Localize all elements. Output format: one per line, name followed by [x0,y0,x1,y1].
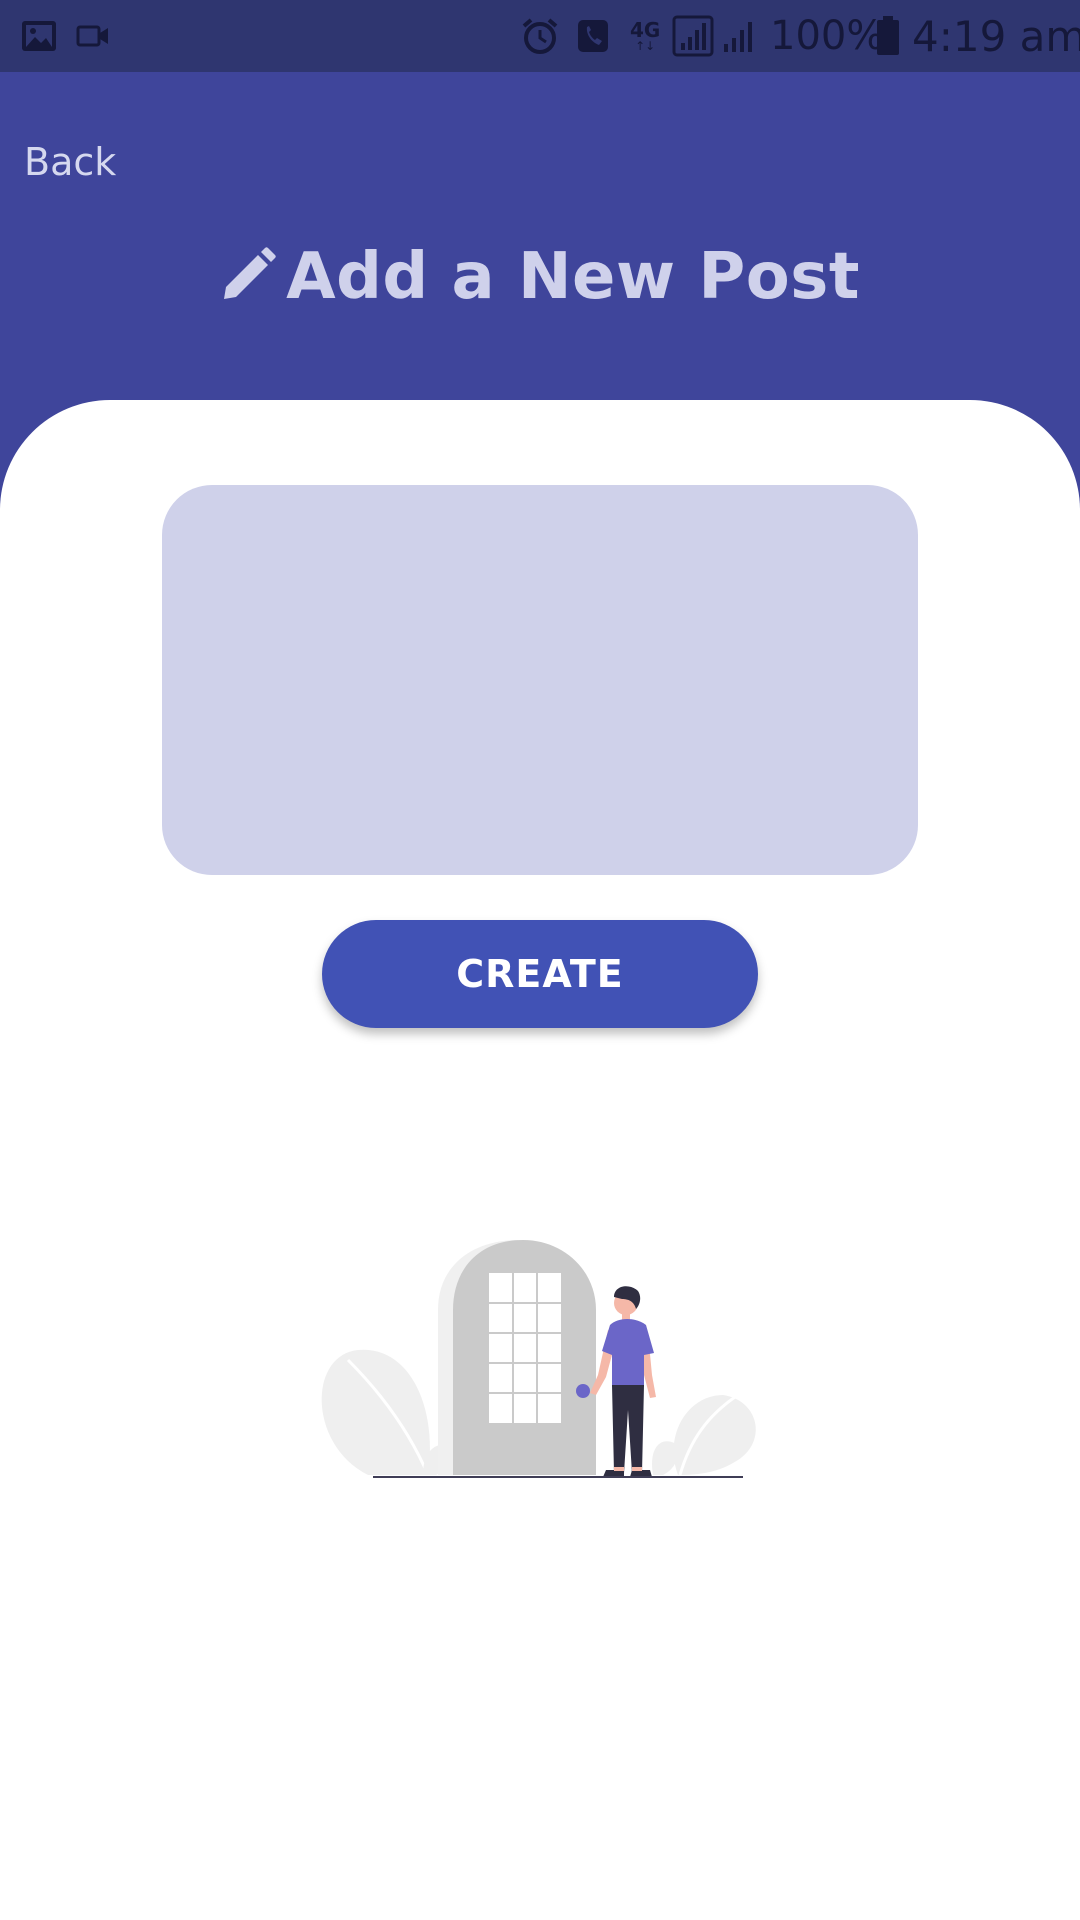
person [590,1286,656,1477]
phone-icon [576,0,610,72]
signal-bars-icon [672,0,714,72]
post-input[interactable] [162,485,918,875]
signal-bars-2-icon [722,0,758,72]
battery-icon [876,0,900,72]
left-plant [321,1349,458,1476]
alarm-icon [520,0,560,72]
back-button[interactable]: Back [24,140,116,184]
door [453,1240,596,1475]
status-time: 4:19 am [912,11,1080,61]
right-plant [652,1393,756,1476]
signal-4g-icon: 4G ↑↓ [630,18,661,53]
status-bar: 4G ↑↓ 100% 4:19 am [0,0,1080,72]
pencil-icon [220,246,276,308]
image-icon [20,0,58,72]
content-card: CREATE [0,400,1080,1920]
video-camera-icon [76,0,110,72]
person-at-door-illustration [318,1205,768,1490]
create-button[interactable]: CREATE [322,920,758,1028]
network-label: 4G [630,18,661,42]
battery-percent: 100% [770,13,885,59]
title-row: Add a New Post [0,240,1080,314]
page-title: Add a New Post [286,240,860,314]
